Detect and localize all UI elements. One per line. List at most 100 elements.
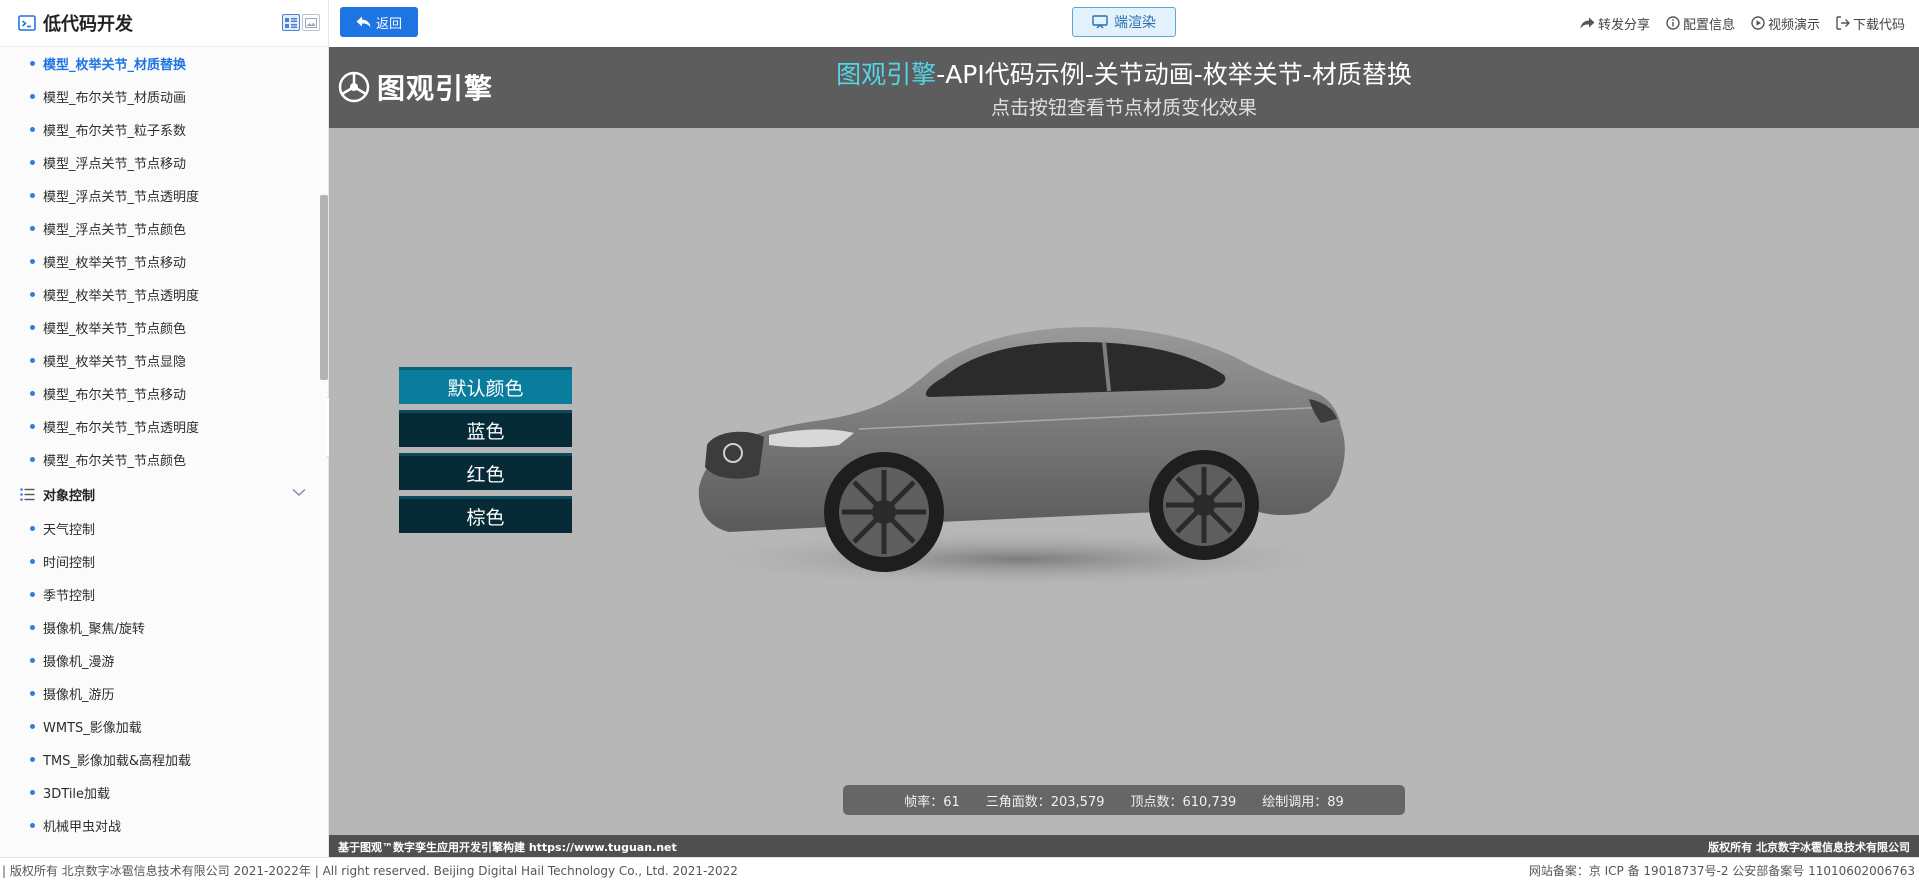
- cloud-render-button[interactable]: 端渲染: [1072, 7, 1176, 37]
- nav-item-camera-tour[interactable]: 摄像机_游历: [0, 677, 328, 710]
- nav-item-camera-focus[interactable]: 摄像机_聚焦/旋转: [0, 611, 328, 644]
- video-demo-label: 视频演示: [1767, 17, 1820, 33]
- nav-item-bool-joint-opacity[interactable]: 模型_布尔关节_节点透明度: [0, 410, 328, 443]
- nav-group-object-control[interactable]: 对象控制: [0, 476, 328, 512]
- rear-wheel: [1149, 450, 1259, 560]
- share-button[interactable]: 转发分享: [1580, 14, 1650, 33]
- top-toolbar: 返回 端渲染 转发分享 配置信息 视频演示 下载代码: [329, 0, 1919, 48]
- engine-credit: 基于图观™数字孪生应用开发引擎构建 https://www.tuguan.net: [338, 841, 677, 854]
- bullet-dot: [30, 160, 35, 165]
- bullet-dot: [30, 226, 35, 231]
- nav-item-mech-beetle[interactable]: 机械甲虫对战: [0, 809, 328, 842]
- chevron-down-icon: [292, 488, 306, 497]
- demo-title-highlight: 图观引擎: [836, 60, 937, 89]
- nav-item-enum-joint-visibility[interactable]: 模型_枚举关节_节点显隐: [0, 344, 328, 377]
- download-code-label: 下载代码: [1852, 17, 1905, 33]
- car-model[interactable]: [689, 327, 1369, 597]
- car-shadow: [689, 529, 1369, 589]
- monitor-icon: [1092, 15, 1108, 29]
- nav-item-camera-roam[interactable]: 摄像机_漫游: [0, 644, 328, 677]
- bullet-dot: [30, 457, 35, 462]
- bullet-dot: [30, 193, 35, 198]
- sidebar-scrollbar[interactable]: [320, 195, 328, 380]
- nav-item-time[interactable]: 时间控制: [0, 545, 328, 578]
- draw-calls-stat: 绘制调用：89: [1262, 794, 1344, 810]
- stage-footer: 基于图观™数字孪生应用开发引擎构建 https://www.tuguan.net…: [329, 835, 1919, 857]
- sidebar: 低代码开发 模型_枚举关节_材质替换 模型_布尔关节_材质动画 模型_布尔关节_…: [0, 0, 329, 857]
- config-info-label: 配置信息: [1682, 17, 1735, 33]
- front-wheel: [824, 452, 944, 572]
- bullet-dot: [30, 61, 35, 66]
- nav-item-tms[interactable]: TMS_影像加载&高程加载: [0, 743, 328, 776]
- video-demo-button[interactable]: 视频演示: [1751, 14, 1820, 33]
- demo-title: 图观引擎-API代码示例-关节动画-枚举关节-材质替换: [329, 55, 1919, 91]
- bullet-dot: [30, 358, 35, 363]
- nav-group-label: 对象控制: [43, 488, 96, 504]
- red-color-button[interactable]: 红色: [399, 453, 572, 490]
- bullet-dot: [30, 424, 35, 429]
- vertices-stat: 顶点数：610,739: [1130, 794, 1237, 810]
- nav-item-enum-joint-move[interactable]: 模型_枚举关节_节点移动: [0, 245, 328, 278]
- color-button-panel: 默认颜色 蓝色 红色 棕色: [399, 367, 572, 539]
- bullet-dot: [30, 757, 35, 762]
- blue-color-button[interactable]: 蓝色: [399, 410, 572, 447]
- nav-item-enum-joint-opacity[interactable]: 模型_枚举关节_节点透明度: [0, 278, 328, 311]
- bullet-dot: [30, 592, 35, 597]
- bullet-dot: [30, 292, 35, 297]
- config-info-button[interactable]: 配置信息: [1666, 14, 1735, 33]
- render-button-label: 端渲染: [1114, 15, 1156, 31]
- nav-item-enum-joint-material-replace[interactable]: 模型_枚举关节_材质替换: [0, 47, 328, 80]
- nav-item-bool-joint-move[interactable]: 模型_布尔关节_节点移动: [0, 377, 328, 410]
- sidebar-title: 低代码开发: [43, 14, 133, 35]
- nav-item-bool-joint-material-anim[interactable]: 模型_布尔关节_材质动画: [0, 80, 328, 113]
- nav-item-float-joint-opacity[interactable]: 模型_浮点关节_节点透明度: [0, 179, 328, 212]
- bullet-dot: [30, 526, 35, 531]
- nav-item-bool-joint-particle[interactable]: 模型_布尔关节_粒子系数: [0, 113, 328, 146]
- bullet-dot: [30, 325, 35, 330]
- nav-list-object-control: 天气控制 时间控制 季节控制 摄像机_聚焦/旋转 摄像机_漫游 摄像机_游历 W…: [0, 512, 328, 842]
- bullet-dot: [30, 94, 35, 99]
- bullet-dot: [30, 790, 35, 795]
- nav-item-float-joint-move[interactable]: 模型_浮点关节_节点移动: [0, 146, 328, 179]
- demo-subtitle: 点击按钮查看节点材质变化效果: [990, 97, 1257, 119]
- list-view-icon[interactable]: [282, 14, 300, 31]
- terminal-icon: [18, 15, 36, 31]
- nav-item-wmts[interactable]: WMTS_影像加载: [0, 710, 328, 743]
- back-button[interactable]: 返回: [340, 7, 418, 37]
- render-stats-bar: 帧率：61 三角面数：203,579 顶点数：610,739 绘制调用：89: [843, 785, 1405, 815]
- brown-color-button[interactable]: 棕色: [399, 496, 572, 533]
- page-footer: | 版权所有 北京数字冰雹信息技术有限公司 2021-2022年 | All r…: [0, 857, 1919, 880]
- nav-item-weather[interactable]: 天气控制: [0, 512, 328, 545]
- download-code-button[interactable]: 下载代码: [1836, 14, 1905, 33]
- nav-item-float-joint-color[interactable]: 模型_浮点关节_节点颜色: [0, 212, 328, 245]
- sidebar-header: 低代码开发: [0, 0, 328, 47]
- triangles-stat: 三角面数：203,579: [985, 794, 1105, 810]
- back-button-label: 返回: [375, 16, 402, 32]
- footer-icp: 网站备案：京 ICP 备 19018737号-2 公安部备案号 11010602…: [1528, 864, 1915, 878]
- bullet-dot: [30, 259, 35, 264]
- nav-item-3dtile[interactable]: 3DTile加载: [0, 776, 328, 809]
- image-view-icon[interactable]: [302, 14, 320, 31]
- default-color-button[interactable]: 默认颜色: [399, 367, 572, 404]
- play-icon: [1751, 16, 1765, 30]
- nav-item-bool-joint-color[interactable]: 模型_布尔关节_节点颜色: [0, 443, 328, 476]
- fps-stat: 帧率：61: [904, 794, 960, 810]
- nav-item-enum-joint-color[interactable]: 模型_枚举关节_节点颜色: [0, 311, 328, 344]
- bullet-dot: [30, 724, 35, 729]
- nav-list-modeling: 模型_枚举关节_材质替换 模型_布尔关节_材质动画 模型_布尔关节_粒子系数 模…: [0, 47, 328, 476]
- nav-item-season[interactable]: 季节控制: [0, 578, 328, 611]
- share-icon: [1580, 17, 1595, 28]
- bullet-dot: [30, 658, 35, 663]
- info-icon: [1666, 16, 1680, 30]
- bullet-dot: [30, 823, 35, 828]
- footer-copyright: | 版权所有 北京数字冰雹信息技术有限公司 2021-2022年 | All r…: [2, 864, 738, 878]
- render-stage[interactable]: 图观引擎 图观引擎-API代码示例-关节动画-枚举关节-材质替换 点击按钮查看节…: [329, 47, 1919, 857]
- share-label: 转发分享: [1597, 17, 1650, 33]
- demo-title-rest: -API代码示例-关节动画-枚举关节-材质替换: [936, 60, 1412, 89]
- bullet-dot: [30, 625, 35, 630]
- top-actions: 转发分享 配置信息 视频演示 下载代码: [1580, 0, 1905, 46]
- bullet-dot: [30, 691, 35, 696]
- stage-copyright: 版权所有 北京数字冰雹信息技术有限公司: [1708, 841, 1910, 854]
- reply-arrow-icon: [356, 16, 371, 28]
- download-icon: [1836, 16, 1850, 30]
